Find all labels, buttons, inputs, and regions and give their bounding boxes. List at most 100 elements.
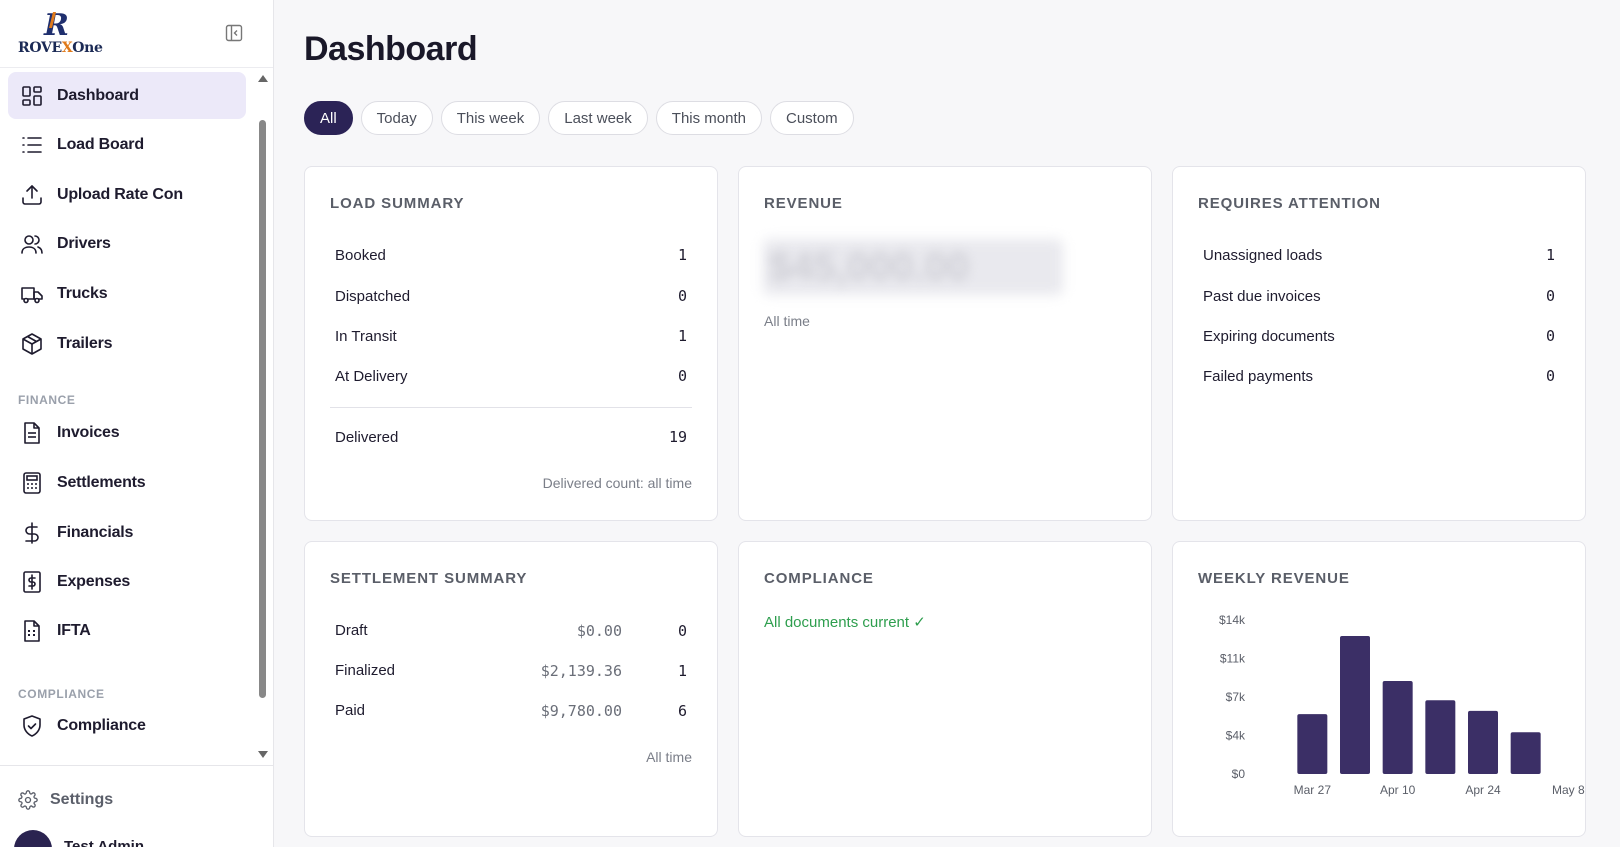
card-footnote: All time — [764, 313, 810, 329]
y-tick-label: $7k — [1226, 690, 1246, 704]
sidebar-item-load-board[interactable]: Load Board — [8, 121, 246, 168]
brand-logo[interactable]: R ROVEXOne — [18, 8, 108, 58]
row-label: Booked — [335, 246, 386, 264]
y-tick-label: $4k — [1226, 729, 1246, 743]
sidebar-item-trailers[interactable]: Trailers — [8, 320, 246, 367]
x-tick-label: Mar 27 — [1294, 783, 1332, 797]
chart-bar[interactable] — [1340, 636, 1370, 774]
sheet-icon — [20, 619, 44, 643]
sidebar-item-expenses[interactable]: Expenses — [8, 558, 246, 605]
sidebar-bottom-divider — [0, 765, 273, 766]
sidebar-item-invoices[interactable]: Invoices — [8, 409, 246, 456]
row-value: 0 — [1545, 367, 1555, 385]
attention-row[interactable]: Unassigned loads 1 — [1203, 244, 1555, 266]
upload-icon — [20, 183, 44, 207]
chart-bar[interactable] — [1468, 710, 1498, 774]
revenue-card: REVENUE $45,000.00 All time — [738, 166, 1152, 521]
sidebar-item-financials[interactable]: Financials — [8, 509, 246, 556]
filter-last-week[interactable]: Last week — [548, 101, 648, 135]
scroll-down-arrow-icon[interactable] — [258, 751, 268, 758]
logo-text-x: X — [61, 40, 73, 56]
sidebar-item-label: Compliance — [57, 716, 146, 734]
panel-collapse-icon — [225, 24, 243, 42]
row-label: Past due invoices — [1203, 287, 1321, 305]
page-title: Dashboard — [304, 30, 478, 68]
sidebar-item-label: Upload Rate Con — [57, 185, 183, 203]
filter-this-week[interactable]: This week — [440, 101, 541, 135]
list-icon — [20, 133, 44, 157]
dollar-icon — [20, 521, 44, 545]
sidebar-item-label: IFTA — [57, 621, 91, 639]
scroll-up-arrow-icon[interactable] — [258, 75, 268, 82]
row-amount: $0.00 — [576, 622, 622, 640]
chart-bar[interactable] — [1510, 732, 1541, 774]
sidebar-item-settlements[interactable]: Settlements — [8, 459, 246, 506]
load-summary-row: At Delivery 0 — [335, 365, 687, 387]
sidebar-item-label: Load Board — [57, 135, 144, 153]
shield-icon — [20, 714, 44, 738]
attention-row[interactable]: Expiring documents 0 — [1203, 325, 1555, 347]
attention-row[interactable]: Failed payments 0 — [1203, 365, 1555, 387]
avatar[interactable] — [14, 830, 52, 847]
sidebar-scrollbar[interactable] — [256, 72, 268, 762]
weekly-revenue-chart: $0 $4k $7k $11k $14k Mar 27 Apr 10 Apr 24 May 8 — [1219, 613, 1585, 797]
load-summary-row: Dispatched 0 — [335, 285, 687, 307]
card-title: COMPLIANCE — [764, 570, 874, 587]
chart-bar[interactable] — [1382, 680, 1413, 774]
grid-icon — [20, 84, 44, 108]
row-value: 1 — [677, 327, 687, 345]
row-amount: $9,780.00 — [540, 702, 622, 720]
load-summary-row: Booked 1 — [335, 244, 687, 266]
row-count: 1 — [677, 662, 687, 680]
row-label: In Transit — [335, 327, 397, 345]
compliance-status: All documents current ✓ — [764, 614, 926, 631]
row-value: 0 — [1545, 327, 1555, 345]
filter-this-month[interactable]: This month — [655, 101, 762, 135]
settlement-summary-card: SETTLEMENT SUMMARY Draft $0.00 0 Finalized… — [304, 541, 718, 837]
card-title: LOAD SUMMARY — [330, 195, 465, 212]
row-label: At Delivery — [335, 367, 408, 385]
filter-custom[interactable]: Custom — [769, 101, 854, 135]
load-summary-delivered-row: Delivered 19 — [335, 426, 687, 448]
sidebar-item-label: Dashboard — [57, 86, 139, 104]
sidebar-item-compliance[interactable]: Compliance — [8, 702, 246, 749]
logo-text-main: ROVE — [18, 40, 62, 56]
compliance-card: COMPLIANCE All documents current ✓ — [738, 541, 1152, 837]
settlement-row: Finalized $2,139.36 1 — [335, 660, 687, 682]
chart-bar[interactable] — [1425, 700, 1456, 774]
sidebar-item-trucks[interactable]: Trucks — [8, 270, 246, 317]
row-label: Delivered — [335, 428, 399, 446]
y-tick-label: $0 — [1232, 767, 1246, 781]
truck-icon — [20, 282, 44, 306]
sidebar: R ROVEXOne Dashboard Load Board Upload R… — [0, 0, 274, 847]
sidebar-item-label: Trucks — [57, 284, 108, 302]
y-tick-label: $14k — [1219, 613, 1246, 627]
logo-wordmark: ROVEXOne — [18, 40, 103, 56]
x-tick-label: Apr 24 — [1465, 783, 1501, 797]
gear-icon — [18, 790, 38, 810]
sidebar-item-label: Financials — [57, 523, 134, 541]
sidebar-item-drivers[interactable]: Drivers — [8, 220, 246, 267]
load-summary-card: LOAD SUMMARY Booked 1 Dispatched 0 In Tran… — [304, 166, 718, 521]
user-name: Test Admin — [64, 838, 145, 847]
card-title: REVENUE — [764, 195, 843, 212]
row-count: 6 — [677, 702, 687, 720]
sidebar-item-dashboard[interactable]: Dashboard — [8, 72, 246, 119]
collapse-sidebar-button[interactable] — [224, 23, 244, 43]
filter-today[interactable]: Today — [360, 101, 433, 135]
sidebar-item-ifta[interactable]: IFTA — [8, 607, 246, 654]
settlement-row: Draft $0.00 0 — [335, 620, 687, 642]
attention-row[interactable]: Past due invoices 0 — [1203, 285, 1555, 307]
settlement-row: Paid $9,780.00 6 — [335, 700, 687, 722]
sidebar-item-settings[interactable]: Settings — [18, 790, 113, 810]
filter-all[interactable]: All — [304, 101, 353, 135]
sidebar-item-upload-rate-con[interactable]: Upload Rate Con — [8, 171, 246, 218]
divider — [330, 407, 692, 408]
section-heading-compliance: COMPLIANCE — [18, 687, 105, 701]
chart-bar[interactable] — [1297, 714, 1328, 774]
row-label: Paid — [335, 702, 366, 719]
revenue-value[interactable]: $45,000.00 — [769, 245, 969, 290]
row-label: Draft — [335, 622, 368, 639]
scroll-thumb[interactable] — [259, 120, 266, 698]
load-summary-row: In Transit 1 — [335, 325, 687, 347]
